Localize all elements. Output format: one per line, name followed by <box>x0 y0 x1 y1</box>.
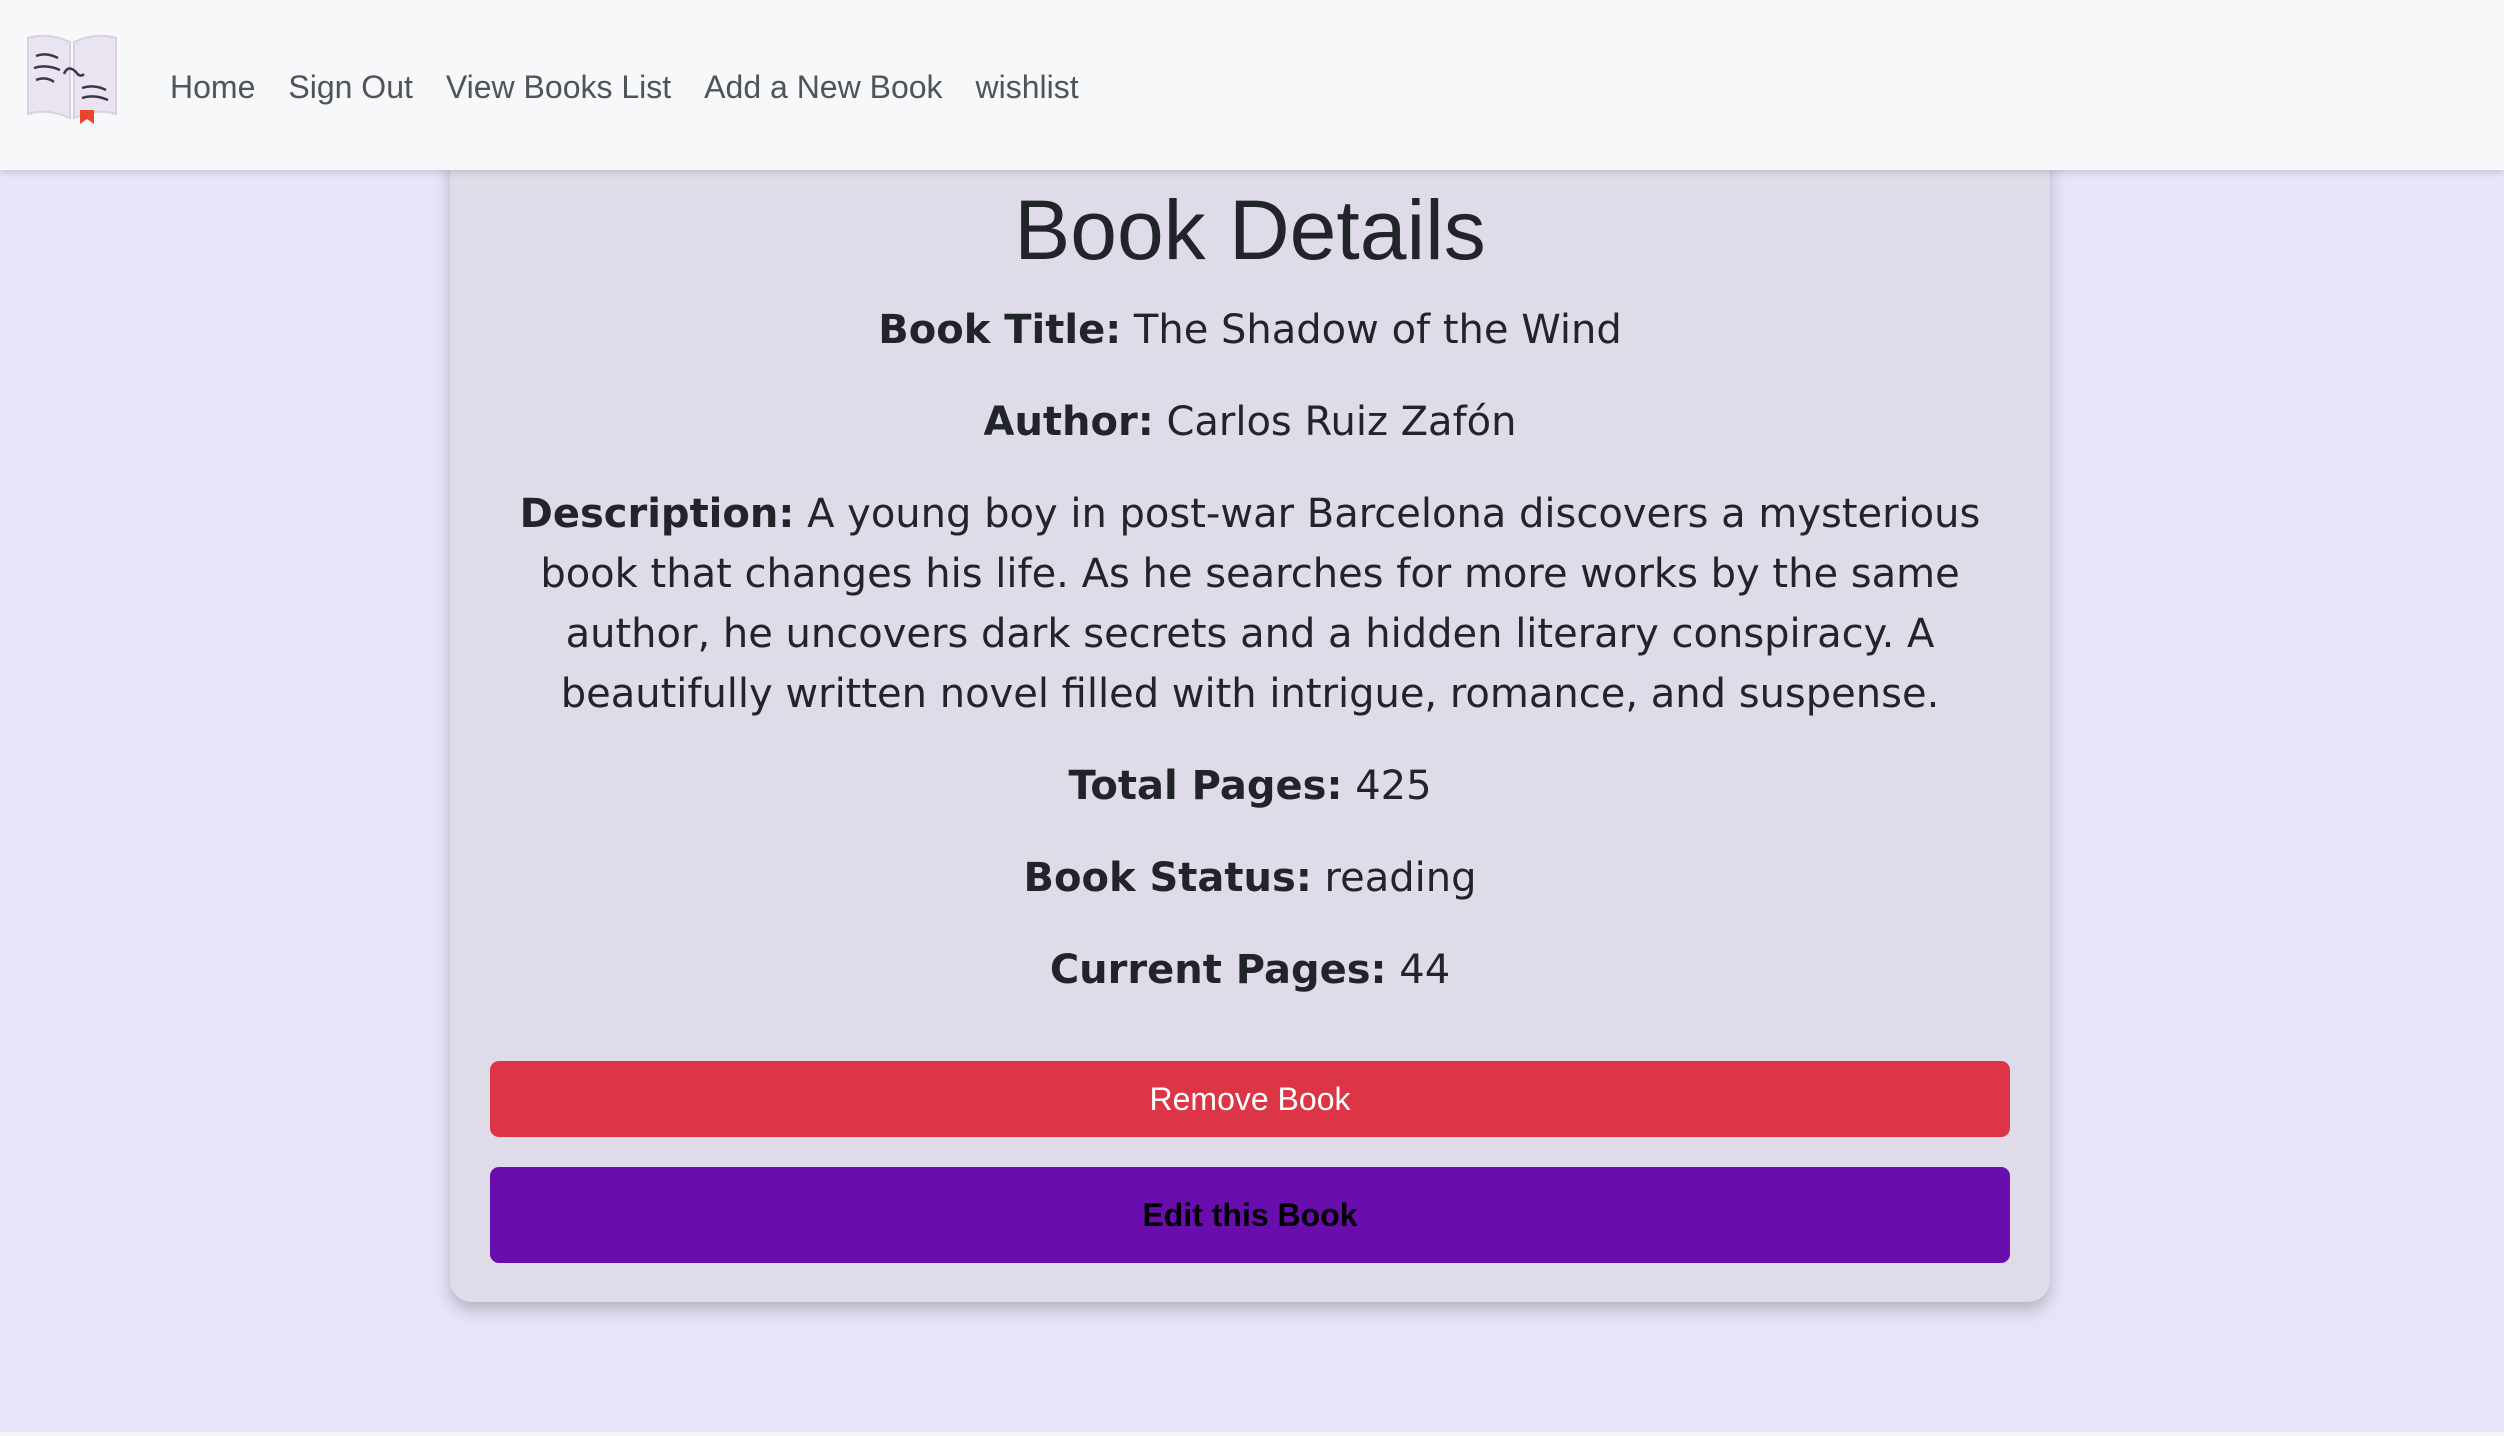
remove-book-button[interactable]: Remove Book <box>490 1061 2010 1137</box>
nav-home-link[interactable]: Home <box>170 69 255 106</box>
page-title: Book Details <box>1014 183 1486 277</box>
book-title-value: The Shadow of the Wind <box>1133 307 1622 353</box>
book-title-field: Book Title: The Shadow of the Wind <box>510 300 1990 360</box>
edit-book-button[interactable]: Edit this Book <box>490 1167 2010 1263</box>
total-pages-label: Total Pages: <box>1068 763 1343 809</box>
nav-wishlist-link[interactable]: wishlist <box>976 69 1079 106</box>
description-label: Description: <box>519 491 795 537</box>
book-title-label: Book Title: <box>878 307 1122 353</box>
current-pages-value: 44 <box>1399 947 1451 993</box>
nav-add-book-link[interactable]: Add a New Book <box>704 69 942 106</box>
author-label: Author: <box>983 399 1154 445</box>
nav-links: Home Sign Out View Books List Add a New … <box>170 0 1112 174</box>
author-value: Carlos Ruiz Zafón <box>1166 399 1517 445</box>
open-book-icon[interactable] <box>24 28 120 128</box>
navbar: Home Sign Out View Books List Add a New … <box>0 0 2504 170</box>
book-status-field: Book Status: reading <box>510 848 1990 908</box>
nav-sign-out-link[interactable]: Sign Out <box>288 69 413 106</box>
book-status-value: reading <box>1324 855 1477 901</box>
current-pages-label: Current Pages: <box>1049 947 1387 993</box>
description-field: Description: A young boy in post-war Bar… <box>510 484 1990 724</box>
window-bottom-edge <box>0 1432 2504 1436</box>
book-details-card: Book Details Book Title: The Shadow of t… <box>450 130 2050 1302</box>
current-pages-field: Current Pages: 44 <box>510 940 1990 1000</box>
total-pages-value: 425 <box>1355 763 1432 809</box>
author-field: Author: Carlos Ruiz Zafón <box>510 392 1990 452</box>
total-pages-field: Total Pages: 425 <box>510 756 1990 816</box>
book-status-label: Book Status: <box>1023 855 1312 901</box>
nav-view-books-link[interactable]: View Books List <box>446 69 671 106</box>
